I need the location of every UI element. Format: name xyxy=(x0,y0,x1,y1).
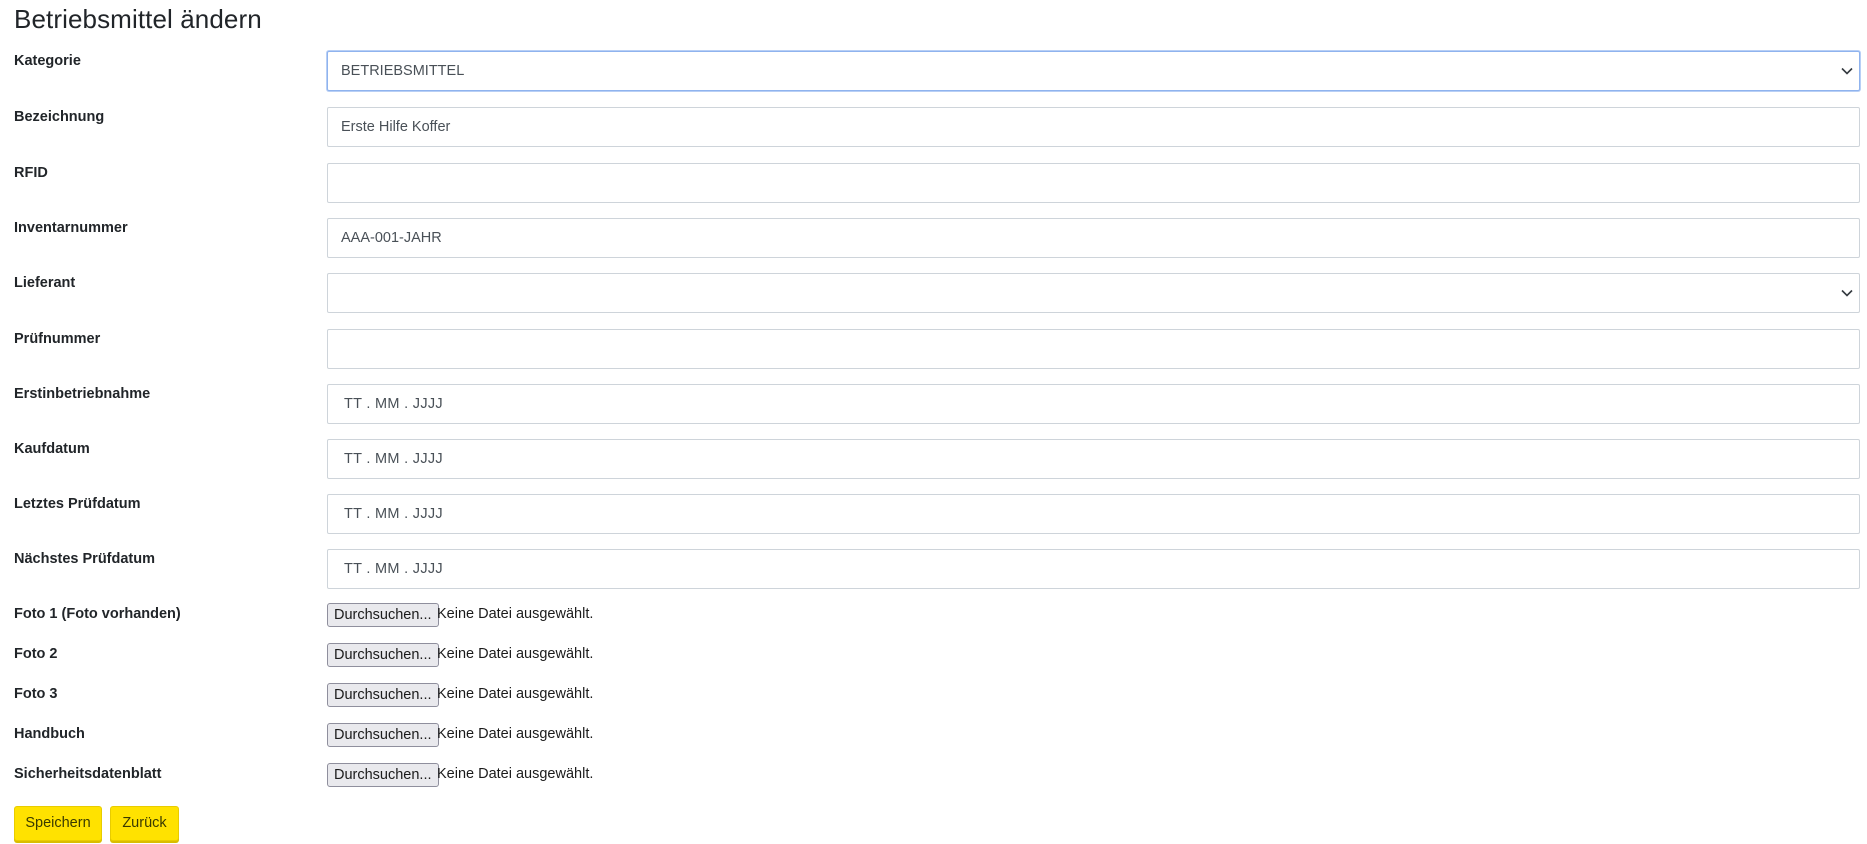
naechstes-pruefdatum-date-input[interactable]: TT . MM . JJJJ xyxy=(327,549,1860,589)
naechstes-pruefdatum-placeholder: TT . MM . JJJJ xyxy=(344,561,443,577)
kategorie-label: Kategorie xyxy=(14,53,81,69)
kaufdatum-date-input[interactable]: TT . MM . JJJJ xyxy=(327,439,1860,479)
kaufdatum-placeholder: TT . MM . JJJJ xyxy=(344,451,443,467)
erstinbetriebnahme-date-input[interactable]: TT . MM . JJJJ xyxy=(327,384,1860,424)
foto-2-browse-button[interactable]: Durchsuchen... xyxy=(327,643,439,667)
kategorie-selected-value: BETRIEBSMITTEL xyxy=(341,63,465,79)
foto-1-browse-button[interactable]: Durchsuchen... xyxy=(327,603,439,627)
letztes-pruefdatum-date-input[interactable]: TT . MM . JJJJ xyxy=(327,494,1860,534)
lieferant-select[interactable] xyxy=(327,273,1860,313)
kategorie-select[interactable]: BETRIEBSMITTEL xyxy=(327,51,1860,91)
erstinbetriebnahme-placeholder: TT . MM . JJJJ xyxy=(344,396,443,412)
foto-2-file-status: Keine Datei ausgewählt. xyxy=(437,646,594,662)
save-button[interactable]: Speichern xyxy=(14,806,102,841)
pruefnummer-input[interactable] xyxy=(327,329,1860,369)
pruefnummer-label: Prüfnummer xyxy=(14,331,101,347)
erstinbetriebnahme-label: Erstinbetriebnahme xyxy=(14,386,151,402)
foto-3-browse-button[interactable]: Durchsuchen... xyxy=(327,683,439,707)
inventarnummer-input[interactable]: AAA-001-JAHR xyxy=(327,218,1860,258)
lieferant-label: Lieferant xyxy=(14,275,76,291)
chevron-down-icon xyxy=(1839,274,1855,312)
foto-3-file-status: Keine Datei ausgewählt. xyxy=(437,686,594,702)
letztes-pruefdatum-label: Letztes Prüfdatum xyxy=(14,496,141,512)
rfid-input[interactable] xyxy=(327,163,1860,203)
handbuch-file-status: Keine Datei ausgewählt. xyxy=(437,726,594,742)
foto-2-label: Foto 2 xyxy=(14,646,58,662)
handbuch-browse-button[interactable]: Durchsuchen... xyxy=(327,723,439,747)
sicherheitsdatenblatt-label: Sicherheitsdatenblatt xyxy=(14,766,162,782)
rfid-label: RFID xyxy=(14,165,48,181)
foto-1-file-status: Keine Datei ausgewählt. xyxy=(437,606,594,622)
foto-3-label: Foto 3 xyxy=(14,686,58,702)
edit-equipment-page: Betriebsmittel ändern Kategorie BETRIEBS… xyxy=(0,0,1867,844)
bezeichnung-label: Bezeichnung xyxy=(14,109,105,125)
inventarnummer-label: Inventarnummer xyxy=(14,220,128,236)
kaufdatum-label: Kaufdatum xyxy=(14,441,90,457)
page-title: Betriebsmittel ändern xyxy=(14,4,262,34)
bezeichnung-value: Erste Hilfe Koffer xyxy=(341,119,451,135)
letztes-pruefdatum-placeholder: TT . MM . JJJJ xyxy=(344,506,443,522)
bezeichnung-input[interactable]: Erste Hilfe Koffer xyxy=(327,107,1860,147)
back-button[interactable]: Zurück xyxy=(110,806,179,841)
handbuch-label: Handbuch xyxy=(14,726,85,742)
naechstes-pruefdatum-label: Nächstes Prüfdatum xyxy=(14,551,156,567)
sicherheitsdatenblatt-file-status: Keine Datei ausgewählt. xyxy=(437,766,594,782)
foto-1-label: Foto 1 (Foto vorhanden) xyxy=(14,606,181,622)
sicherheitsdatenblatt-browse-button[interactable]: Durchsuchen... xyxy=(327,763,439,787)
inventarnummer-value: AAA-001-JAHR xyxy=(341,230,442,246)
chevron-down-icon xyxy=(1839,52,1855,90)
